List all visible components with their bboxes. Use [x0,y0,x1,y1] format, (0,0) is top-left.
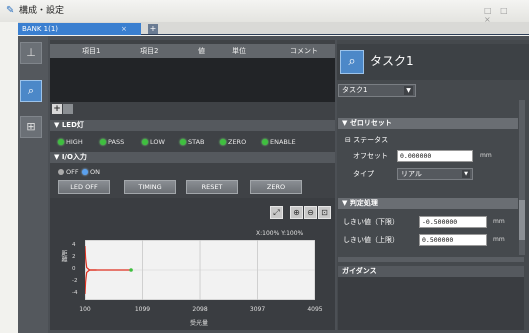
upper-threshold-unit: mm [493,236,505,243]
led-dot-icon [262,139,268,145]
app-tool-icon: ✎ [6,5,15,16]
led-dot-icon [142,139,148,145]
radio-on[interactable]: ON [82,167,100,177]
lower-threshold-field[interactable]: -0.500000 [419,216,487,228]
status-subsection[interactable]: ⊟ ステータス [345,135,515,145]
y-tick-label: 0 [72,266,76,272]
led-dot-icon [58,139,64,145]
led-label: STAB [188,138,205,146]
task-selector[interactable]: タスク1 ▼ [338,84,416,97]
plot-container [84,239,316,301]
y-tick-label: 2 [72,254,76,260]
remove-row-button[interactable] [63,104,73,114]
radio-label: ON [90,168,100,176]
reset-button[interactable]: RESET [186,180,238,194]
x-tick-label: 4095 [307,306,323,313]
led-off-button[interactable]: LED OFF [58,180,110,194]
sensor-icon[interactable]: ⊥ [20,42,42,64]
offset-label: オフセット [353,152,388,160]
led-label: PASS [108,138,125,146]
led-enable: ENABLE [262,137,296,147]
task-title: タスク1 [370,54,414,68]
radio-off[interactable]: OFF [58,167,79,177]
radio-icon [58,169,64,175]
col-item1[interactable]: 項目1 [82,44,100,58]
zoom-readout: X:100% Y:100% [256,230,304,237]
y-axis-label: 距離 [60,250,67,262]
inspect-icon[interactable]: ⌕ [20,80,42,102]
current-point-marker [129,268,133,272]
col-unit[interactable]: 単位 [232,44,246,58]
led-label: ENABLE [270,138,296,146]
x-tick-label: 2098 [192,306,208,313]
window-titlebar [0,0,529,22]
led-dot-icon [100,139,106,145]
led-low: LOW [142,137,165,147]
x-tick-label: 3097 [249,306,266,313]
col-value[interactable]: 値 [198,44,205,58]
upper-threshold-field[interactable]: 0.500000 [419,234,487,246]
table-body[interactable] [50,58,335,102]
type-select[interactable]: リアル ▼ [397,168,473,180]
timing-button[interactable]: TIMING [124,180,176,194]
lower-threshold-unit: mm [493,218,505,225]
col-comment[interactable]: コメント [290,44,318,58]
zoom-fit-icon[interactable]: ⤢ [270,206,283,219]
y-tick-label: -2 [72,278,78,284]
zero-button[interactable]: ZERO [250,180,302,194]
y-tick-label: 4 [72,242,76,248]
layout-icon[interactable]: ⊞ [20,116,42,138]
led-stab: STAB [180,137,205,147]
type-select-value: リアル [401,170,422,178]
zoom-out-icon[interactable]: ⊖ [304,206,317,219]
io-section-header[interactable]: ▼ I/O入力 [50,152,335,163]
y-tick-label: -4 [72,290,78,296]
radio-label: OFF [66,168,79,176]
zoom-reset-icon[interactable]: ⊡ [318,206,331,219]
offset-field[interactable]: 0.000000 [397,150,473,162]
led-dot-icon [220,139,226,145]
task-selector-value: タスク1 [342,86,368,94]
tab-add-button[interactable]: + [148,24,158,34]
offset-unit: mm [480,152,492,159]
zoom-in-icon[interactable]: ⊕ [290,206,303,219]
window-title: 構成・設定 [19,6,65,16]
task-header [337,44,529,80]
x-axis-label: 受光量 [190,320,209,327]
chevron-down-icon[interactable]: ▼ [404,86,413,95]
vertical-scroll-thumb[interactable] [519,200,525,240]
guidance-header: ガイダンス [338,266,524,277]
x-tick-label: 100 [79,306,91,313]
guidance-body [338,277,524,330]
led-label: HIGH [66,138,83,146]
led-dot-icon [180,139,186,145]
chevron-down-icon[interactable]: ▼ [462,170,470,178]
tab-close-icon[interactable]: × [121,23,131,35]
add-row-button[interactable]: + [52,104,62,114]
horizontal-scrollbar[interactable] [338,257,524,262]
task-inspect-icon: ⌕ [340,50,364,74]
zero-reset-header[interactable]: ▼ ゼロリセット [338,118,518,129]
type-label: タイプ [353,170,374,178]
led-label: ZERO [228,138,247,146]
led-label: LOW [150,138,165,146]
plot-area[interactable] [84,239,316,301]
led-high: HIGH [58,137,83,147]
lower-threshold-label: しきい値（下限） [343,218,399,226]
col-item2[interactable]: 項目2 [140,44,158,58]
upper-threshold-label: しきい値（上限） [343,236,399,244]
judgement-header[interactable]: ▼ 判定処理 [338,198,518,209]
window-controls[interactable]: □ □ × [484,6,524,24]
radio-selected-icon [82,169,88,175]
led-pass: PASS [100,137,124,147]
x-tick-label: 1099 [134,306,151,313]
led-section-header[interactable]: ▼ LED灯 [50,120,335,131]
led-zero: ZERO [220,137,246,147]
